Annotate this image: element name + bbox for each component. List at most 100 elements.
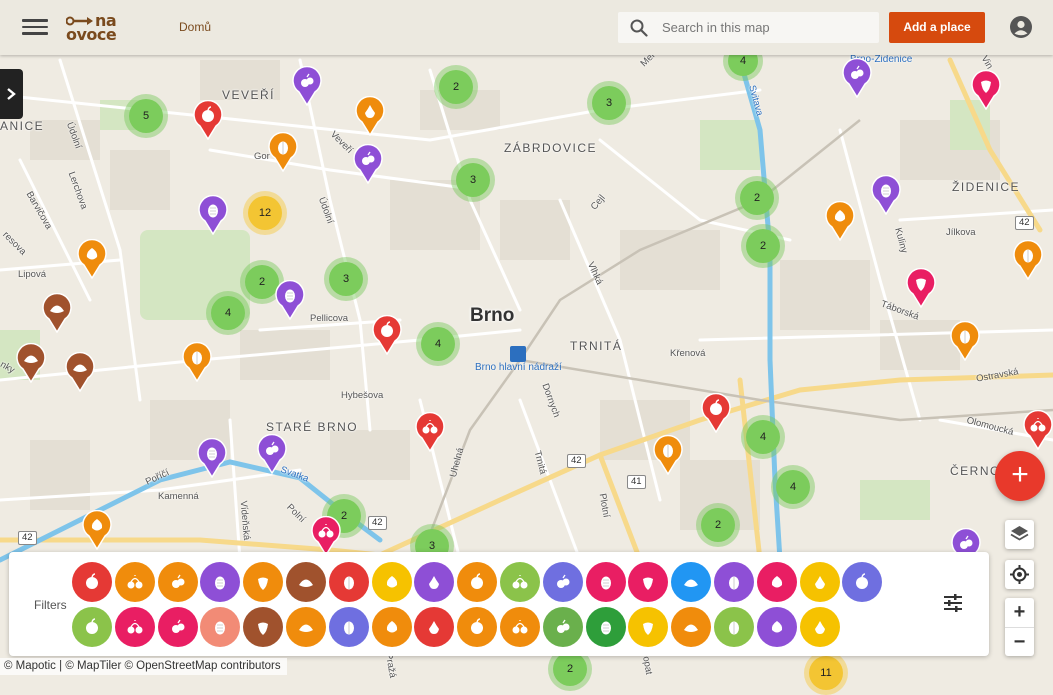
filter-sea-buckthorn-button[interactable] bbox=[671, 607, 712, 647]
filter-plum-button[interactable] bbox=[542, 562, 583, 602]
fruit-pin-marker[interactable] bbox=[257, 434, 287, 474]
fruit-pin-marker[interactable] bbox=[971, 70, 1001, 110]
search-box[interactable] bbox=[618, 12, 879, 43]
fruit-cluster-marker[interactable]: 2 bbox=[434, 65, 478, 109]
fruit-pin-marker[interactable] bbox=[372, 315, 402, 355]
fruit-pin-marker[interactable] bbox=[842, 58, 872, 98]
filter-tree-button[interactable] bbox=[714, 607, 754, 647]
zoom-in-button[interactable]: + bbox=[1005, 598, 1034, 627]
fruit-pin-marker[interactable] bbox=[268, 132, 298, 172]
apricot-icon bbox=[77, 239, 107, 279]
filter-rosehip-button[interactable] bbox=[157, 607, 198, 647]
fruit-pin-marker[interactable] bbox=[42, 293, 72, 333]
filter-rowan-button[interactable] bbox=[286, 607, 326, 647]
fruit-pin-marker[interactable] bbox=[275, 280, 305, 320]
fruit-pin-marker[interactable] bbox=[311, 516, 341, 556]
fruit-cluster-marker[interactable]: 11 bbox=[804, 651, 848, 695]
fruit-pin-marker[interactable] bbox=[197, 438, 227, 478]
fruit-cluster-marker[interactable]: 3 bbox=[587, 81, 631, 125]
add-place-fab-button[interactable]: + bbox=[995, 451, 1045, 501]
fruit-cluster-marker[interactable]: 4 bbox=[206, 291, 250, 335]
fruit-pin-marker[interactable] bbox=[292, 66, 322, 106]
filter-apple-button[interactable] bbox=[72, 562, 112, 602]
filter-apricot-button[interactable] bbox=[114, 562, 155, 602]
zoom-controls: + − bbox=[1005, 598, 1034, 656]
fruit-cluster-marker[interactable]: 5 bbox=[124, 94, 168, 138]
filter-wild-strawberry-button[interactable] bbox=[200, 607, 241, 647]
fruit-cluster-marker[interactable]: 2 bbox=[696, 503, 740, 547]
fruit-pin-marker[interactable] bbox=[701, 393, 731, 433]
fruit-pin-marker[interactable] bbox=[182, 342, 212, 382]
fruit-pin-marker[interactable] bbox=[82, 510, 112, 550]
filter-yellow-plum-button[interactable] bbox=[799, 607, 840, 647]
geolocate-button[interactable] bbox=[1005, 560, 1034, 589]
fruit-pin-marker[interactable] bbox=[198, 195, 228, 235]
filter-sloe-button[interactable] bbox=[842, 562, 883, 602]
filter-chestnut-button[interactable] bbox=[286, 562, 326, 602]
hamburger-menu-icon[interactable] bbox=[22, 15, 48, 37]
fruit-pin-marker[interactable] bbox=[906, 268, 936, 308]
fruit-cluster-marker[interactable]: 4 bbox=[771, 465, 815, 509]
fruit-pin-marker[interactable] bbox=[355, 96, 385, 136]
filter-quince-button[interactable] bbox=[500, 607, 540, 647]
filter-cherry-button[interactable] bbox=[328, 562, 369, 602]
fruit-cluster-marker[interactable]: 4 bbox=[741, 415, 785, 459]
app-logo[interactable]: na ovoce bbox=[66, 11, 122, 44]
add-place-button[interactable]: Add a place bbox=[889, 12, 985, 43]
filter-blueberry-button[interactable] bbox=[671, 562, 712, 602]
filter-aronia-button[interactable] bbox=[756, 607, 797, 647]
filter-strawberry-button[interactable] bbox=[628, 562, 669, 602]
filter-currant-button[interactable] bbox=[414, 607, 455, 647]
fruit-pin-marker[interactable] bbox=[871, 175, 901, 215]
fruit-cluster-marker[interactable]: 3 bbox=[451, 158, 495, 202]
filter-grape-button[interactable] bbox=[200, 562, 241, 602]
fruit-cluster-marker[interactable]: 2 bbox=[741, 224, 785, 268]
filter-herb-button[interactable] bbox=[542, 607, 583, 647]
layers-button[interactable] bbox=[1005, 520, 1034, 549]
chestnut-icon bbox=[16, 343, 46, 383]
filter-peach-button[interactable] bbox=[371, 562, 412, 602]
train-station-icon bbox=[510, 346, 526, 362]
filter-medlar-button[interactable] bbox=[243, 607, 284, 647]
filter-settings-icon[interactable] bbox=[942, 593, 964, 613]
filter-hazelnut-button[interactable] bbox=[243, 562, 284, 602]
filter-hawthorn-button[interactable] bbox=[371, 607, 412, 647]
map-attribution[interactable]: © Mapotic | © MapTiler © OpenStreetMap c… bbox=[0, 658, 287, 675]
filter-tree-leaf-button[interactable] bbox=[585, 607, 626, 647]
zoom-out-button[interactable]: − bbox=[1005, 627, 1034, 657]
fruit-pin-marker[interactable] bbox=[950, 321, 980, 361]
fruit-pin-marker[interactable] bbox=[16, 343, 46, 383]
fruit-cluster-marker[interactable]: 3 bbox=[324, 257, 368, 301]
filter-red-cherry-button[interactable] bbox=[114, 607, 155, 647]
fruit-pin-marker[interactable] bbox=[193, 100, 223, 140]
fruit-pin-marker[interactable] bbox=[653, 435, 683, 475]
filter-pear-button[interactable] bbox=[500, 562, 540, 602]
filter-sour-cherry-button[interactable] bbox=[457, 562, 498, 602]
filter-lemon-button[interactable] bbox=[799, 562, 840, 602]
filter-walnut-button[interactable] bbox=[157, 562, 198, 602]
sidebar-toggle-button[interactable] bbox=[0, 69, 23, 119]
filter-pine-cone-button[interactable] bbox=[457, 607, 498, 647]
filter-gooseberry-button[interactable] bbox=[72, 607, 112, 647]
fruit-pin-marker[interactable] bbox=[415, 412, 445, 452]
fruit-pin-marker[interactable] bbox=[65, 352, 95, 392]
fruit-cluster-marker[interactable]: 4 bbox=[416, 322, 460, 366]
filter-mulberry-button[interactable] bbox=[756, 562, 797, 602]
fruit-cluster-marker[interactable]: 12 bbox=[243, 191, 287, 235]
fruit-pin-marker[interactable] bbox=[353, 144, 383, 184]
filter-raspberry-button[interactable] bbox=[585, 562, 626, 602]
filter-elderberry-button[interactable] bbox=[714, 562, 754, 602]
fruit-pin-marker[interactable] bbox=[77, 239, 107, 279]
home-link[interactable]: Domů bbox=[179, 20, 211, 34]
apricot-icon bbox=[82, 510, 112, 550]
fruit-cluster-marker[interactable]: 2 bbox=[735, 176, 779, 220]
fruit-pin-marker[interactable] bbox=[825, 201, 855, 241]
pine-cone-icon bbox=[471, 618, 484, 634]
user-account-icon[interactable] bbox=[1010, 16, 1032, 38]
filter-blackthorn-button[interactable] bbox=[328, 607, 369, 647]
filter-blackberry-button[interactable] bbox=[414, 562, 455, 602]
filter-lemon-2-button[interactable] bbox=[628, 607, 669, 647]
search-input[interactable] bbox=[662, 12, 872, 43]
fruit-pin-marker[interactable] bbox=[1023, 410, 1053, 450]
fruit-pin-marker[interactable] bbox=[1013, 240, 1043, 280]
